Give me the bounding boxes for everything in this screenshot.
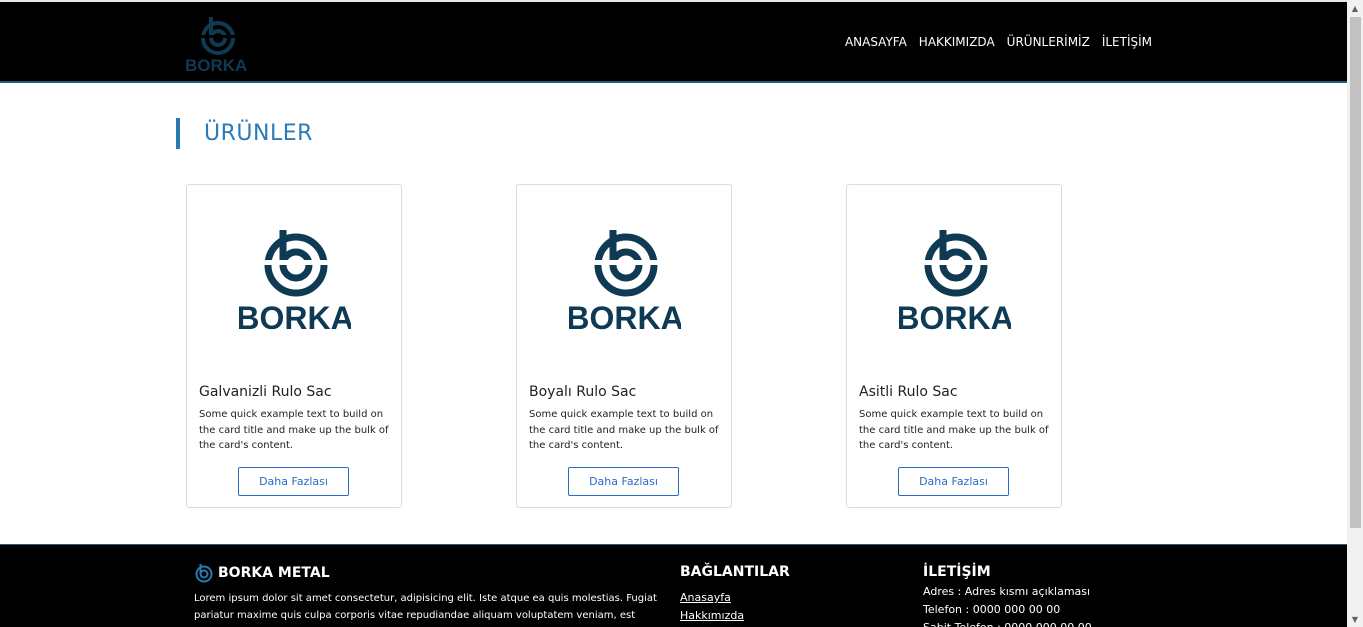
page-title: ÜRÜNLER — [176, 118, 313, 149]
borka-logo-icon — [195, 564, 213, 583]
card-image: BORKA — [517, 185, 731, 370]
contact-address: Adres : Adres kısmı açıklaması — [923, 585, 1091, 598]
card-image: BORKA — [187, 185, 401, 370]
footer-brand-title: BORKA METAL — [218, 565, 330, 581]
card-text: Some quick example text to build on the … — [859, 409, 1049, 451]
nav-urunlerimiz[interactable]: ÜRÜNLERİMİZ — [1007, 35, 1090, 49]
card-logo-text: BORKA — [899, 300, 1011, 330]
footer-description: Lorem ipsum dolor sit amet consectetur, … — [194, 593, 657, 621]
more-button[interactable]: Daha Fazlası — [898, 467, 1009, 496]
site-footer: BORKA METAL Lorem ipsum dolor sit amet c… — [0, 544, 1347, 627]
nav-hakkimizda[interactable]: HAKKIMIZDA — [919, 35, 995, 49]
borka-logo-icon — [194, 17, 242, 55]
card-text: Some quick example text to build on the … — [529, 409, 719, 451]
borka-logo-icon: BORKA — [569, 230, 681, 330]
product-card: BORKA Asitli Rulo Sac Some quick example… — [846, 184, 1062, 508]
scroll-down-arrow-icon[interactable]: ▼ — [1347, 611, 1363, 627]
product-card: BORKA Galvanizli Rulo Sac Some quick exa… — [186, 184, 402, 508]
borka-logo-icon: BORKA — [239, 230, 351, 330]
header-logo[interactable]: BORKA — [184, 12, 254, 76]
contact-landline: Sabit Telefon : 0000 000 00 00 — [923, 619, 1092, 627]
borka-logo-icon: BORKA — [899, 230, 1011, 330]
card-title: Boyalı Rulo Sac — [529, 384, 637, 400]
more-button[interactable]: Daha Fazlası — [238, 467, 349, 496]
footer-contact: Adres : Adres kısmı açıklaması Telefon :… — [923, 583, 1092, 627]
site-header: BORKA ANASAYFA HAKKIMIZDA ÜRÜNLERİMİZ İL… — [0, 0, 1347, 83]
card-logo-text: BORKA — [569, 300, 681, 330]
footer-links: Anasayfa Hakkımızda — [680, 589, 744, 625]
scrollbar-thumb[interactable] — [1350, 17, 1361, 528]
footer-links-title: BAĞLANTILAR — [680, 564, 790, 580]
card-title: Galvanizli Rulo Sac — [199, 384, 332, 400]
footer-link-hakkimizda[interactable]: Hakkımızda — [680, 607, 744, 625]
product-card: BORKA Boyalı Rulo Sac Some quick example… — [516, 184, 732, 508]
contact-phone: Telefon : 0000 000 00 00 — [923, 603, 1061, 616]
footer-contact-title: İLETİŞİM — [923, 564, 991, 580]
footer-brand: BORKA METAL — [194, 563, 330, 583]
card-text: Some quick example text to build on the … — [199, 409, 389, 451]
vertical-scrollbar[interactable]: ▲ ▼ — [1347, 0, 1363, 627]
more-button[interactable]: Daha Fazlası — [568, 467, 679, 496]
card-logo-text: BORKA — [239, 300, 351, 330]
footer-link-anasayfa[interactable]: Anasayfa — [680, 589, 744, 607]
card-image: BORKA — [847, 185, 1061, 370]
card-title: Asitli Rulo Sac — [859, 384, 958, 400]
nav-anasayfa[interactable]: ANASAYFA — [845, 35, 907, 49]
nav-iletisim[interactable]: İLETİŞİM — [1102, 35, 1152, 49]
scroll-up-arrow-icon[interactable]: ▲ — [1347, 0, 1363, 16]
header-logo-text: BORKA — [185, 56, 248, 75]
main-nav: ANASAYFA HAKKIMIZDA ÜRÜNLERİMİZ İLETİŞİM — [845, 35, 1152, 49]
